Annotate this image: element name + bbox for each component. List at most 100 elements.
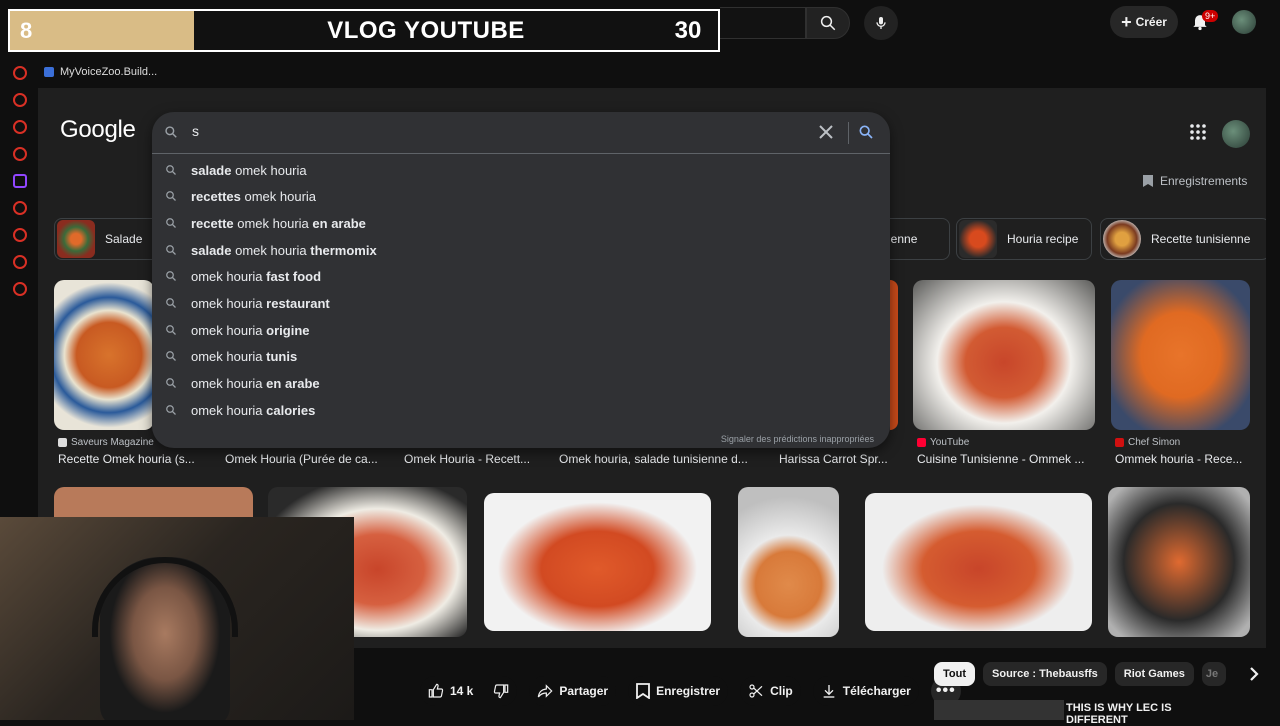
app-icon[interactable] (13, 201, 27, 215)
search-icon (165, 126, 177, 138)
youtube-search-input[interactable] (720, 7, 806, 39)
recommended-video-thumbnail[interactable] (934, 700, 1064, 720)
banner-title: VLOG YOUTUBE (327, 16, 525, 44)
search-icon (166, 165, 176, 175)
app-icon[interactable] (13, 66, 27, 80)
bookmark-item[interactable]: MyVoiceZoo.Build... (44, 66, 157, 78)
chip-label: Recette tunisienne (1151, 232, 1251, 246)
result-title[interactable]: Cuisine Tunisienne - Ommek ... (917, 452, 1097, 466)
chip-label: Houria recipe (1007, 232, 1079, 246)
suggestion-text: omek houria (191, 348, 267, 364)
suggestion-text: omek houria (191, 402, 267, 418)
save-button[interactable]: Enregistrer (628, 676, 729, 706)
plus-icon: + (1121, 12, 1132, 32)
suggestion-item[interactable]: salade omek houria (152, 157, 890, 183)
like-button[interactable]: 14 k (420, 676, 518, 706)
filter-chip-riot-games[interactable]: Riot Games (1114, 662, 1194, 686)
divider (152, 153, 890, 154)
voice-search-button[interactable] (864, 6, 898, 40)
avatar[interactable] (1232, 10, 1256, 34)
suggestion-bold: fast food (266, 268, 322, 284)
suggestion-text: omek houria (191, 322, 267, 338)
suggestion-bold: en arabe (312, 215, 366, 231)
share-button[interactable]: Partager (529, 676, 617, 706)
image-result[interactable] (865, 493, 1092, 631)
saves-link[interactable]: Enregistrements (1142, 174, 1247, 188)
suggestion-item[interactable]: recettes omek houria (152, 183, 890, 209)
result-title[interactable]: Omek houria, salade tunisienne d... (559, 452, 759, 466)
result-title[interactable]: Recette Omek houria (s... (58, 452, 208, 466)
banner-right-number: 30 (674, 16, 702, 44)
share-label: Partager (559, 684, 609, 698)
result-title[interactable]: Omek Houria - Recett... (404, 452, 544, 466)
app-icon[interactable] (13, 120, 27, 134)
result-title[interactable]: Harissa Carrot Spr... (779, 452, 899, 466)
twitch-icon[interactable] (13, 174, 27, 188)
image-result[interactable] (1108, 487, 1250, 637)
download-label: Télécharger (842, 684, 911, 698)
download-button[interactable]: Télécharger (812, 676, 919, 706)
search-icon (166, 271, 176, 281)
thumbs-down-icon[interactable] (493, 683, 509, 699)
bookmark-icon (636, 683, 650, 699)
create-button[interactable]: + Créer (1110, 6, 1178, 38)
suggestion-bold: thermomix (310, 242, 377, 258)
suggestion-item[interactable]: salade omek houria thermomix (152, 237, 890, 263)
avatar[interactable] (1222, 120, 1250, 148)
apps-grid-icon[interactable] (1190, 124, 1206, 140)
left-app-strip (10, 66, 30, 309)
report-predictions-link[interactable]: Signaler des prédictions inappropriées (721, 434, 874, 444)
suggestion-item[interactable]: omek houria tunis (152, 343, 890, 369)
webcam-overlay (0, 517, 354, 720)
filter-chip-next[interactable]: Je (1201, 662, 1226, 686)
thumbs-up-icon (428, 683, 444, 698)
source-favicon-icon (58, 438, 67, 447)
suggestion-item[interactable]: omek houria calories (152, 397, 890, 423)
suggestion-item[interactable]: omek houria fast food (152, 263, 890, 289)
search-icon[interactable] (858, 124, 874, 140)
suggestion-item[interactable]: omek houria en arabe (152, 370, 890, 396)
image-result[interactable] (54, 280, 154, 430)
close-icon[interactable] (818, 124, 834, 140)
chevron-right-icon[interactable] (1242, 662, 1266, 686)
app-icon[interactable] (13, 147, 27, 161)
image-result[interactable] (484, 493, 711, 631)
result-title[interactable]: Omek Houria (Purée de ca... (225, 452, 385, 466)
image-result[interactable] (913, 280, 1095, 430)
suggestion-item[interactable]: omek houria origine (152, 317, 890, 343)
search-icon (166, 405, 176, 415)
image-result[interactable] (1111, 280, 1250, 430)
app-icon[interactable] (13, 93, 27, 107)
result-source: Chef Simon (1115, 437, 1180, 448)
suggestion-item[interactable]: omek houria restaurant (152, 290, 890, 316)
image-result[interactable] (738, 487, 839, 637)
clip-button[interactable]: Clip (740, 676, 801, 706)
filter-chip-all[interactable]: Tout (934, 662, 976, 686)
banner-left-number: 8 (10, 11, 194, 50)
recommended-video-title[interactable]: THIS IS WHY LEC IS DIFFERENT (1066, 702, 1216, 726)
bookmark-favicon-icon (44, 67, 54, 77)
clock-icon[interactable] (13, 228, 27, 242)
related-search-chip[interactable]: Recette tunisienne (1100, 218, 1266, 260)
related-search-chip[interactable]: Salade (54, 218, 160, 260)
app-icon[interactable] (13, 255, 27, 269)
search-input[interactable]: s (192, 123, 199, 139)
image-result[interactable] (890, 280, 898, 430)
search-icon (166, 191, 176, 201)
suggestion-item[interactable]: recette omek houria en arabe (152, 210, 890, 236)
related-search-chip[interactable]: Houria recipe (956, 218, 1092, 260)
bookmark-label: MyVoiceZoo.Build... (60, 66, 158, 78)
google-logo[interactable]: Google (60, 116, 136, 144)
suggestion-bold: recettes (191, 188, 241, 204)
result-title[interactable]: Ommek houria - Rece... (1115, 452, 1255, 466)
gear-icon[interactable] (13, 282, 27, 296)
filter-chip-source[interactable]: Source : Thebausffs (983, 662, 1107, 686)
headphones-icon (92, 557, 238, 637)
search-icon (166, 218, 176, 228)
chip-label: Salade (105, 232, 143, 246)
share-icon (538, 684, 553, 698)
microphone-icon (876, 17, 886, 29)
youtube-search-button[interactable] (806, 7, 850, 39)
source-favicon-icon (1115, 438, 1124, 447)
like-count: 14 k (450, 684, 474, 698)
